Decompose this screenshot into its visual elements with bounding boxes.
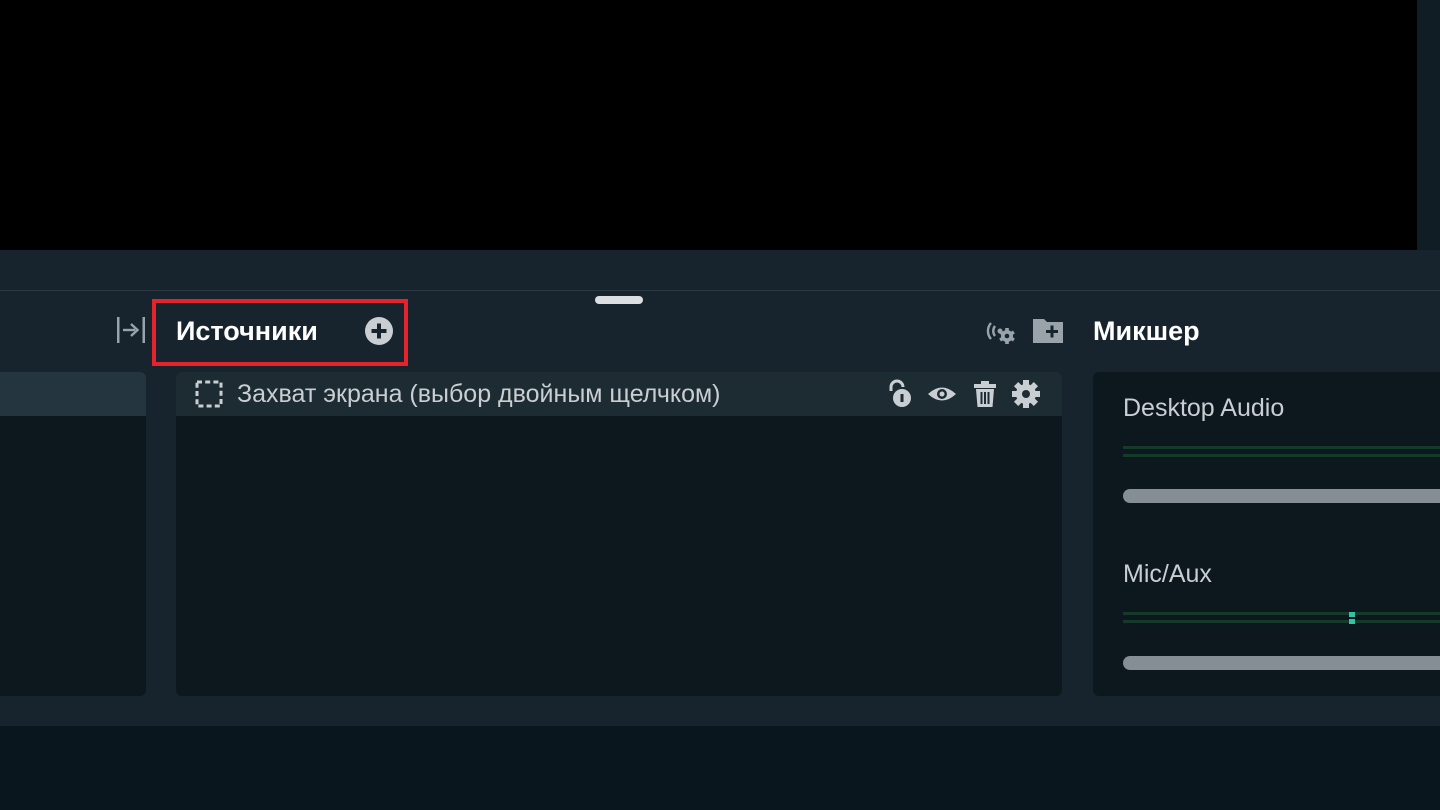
mixer-title: Микшер [1093, 316, 1200, 346]
source-item[interactable]: Захват экрана (выбор двойным щелчком) [176, 372, 1062, 416]
gear-icon[interactable] [1011, 379, 1041, 409]
preview-bottom-bar [0, 250, 1440, 290]
source-name: Захват экрана (выбор двойным щелчком) [237, 380, 721, 408]
mixer-channel-name: Mic/Aux [1123, 560, 1212, 588]
lock-open-icon[interactable] [885, 379, 915, 409]
sources-panel: Захват экрана (выбор двойным щелчком) [176, 372, 1062, 696]
mixer-channel-name: Desktop Audio [1123, 394, 1285, 422]
volume-meter [1123, 610, 1440, 626]
meter-peak-indicator [1349, 619, 1355, 624]
volume-slider[interactable] [1123, 656, 1440, 670]
add-folder-icon[interactable] [1031, 313, 1065, 347]
preview-canvas[interactable] [0, 0, 1417, 250]
mixer-panel: Desktop Audio Mic/Aux [1093, 372, 1440, 696]
dock-resize-handle[interactable] [595, 296, 643, 304]
trash-icon[interactable] [970, 379, 1000, 409]
eye-icon[interactable] [927, 379, 957, 409]
volume-slider[interactable] [1123, 489, 1440, 503]
meter-peak-indicator [1349, 612, 1355, 617]
volume-meter [1123, 444, 1440, 460]
scene-item-selected[interactable] [0, 372, 146, 416]
scenes-panel [0, 372, 146, 696]
dashed-selection-icon [195, 380, 223, 408]
footer-area [0, 726, 1440, 810]
preview-scrollbar [1417, 0, 1440, 250]
highlight-box [152, 299, 408, 366]
collapse-right-icon[interactable] [114, 313, 148, 347]
advanced-audio-settings-icon[interactable] [984, 314, 1018, 348]
